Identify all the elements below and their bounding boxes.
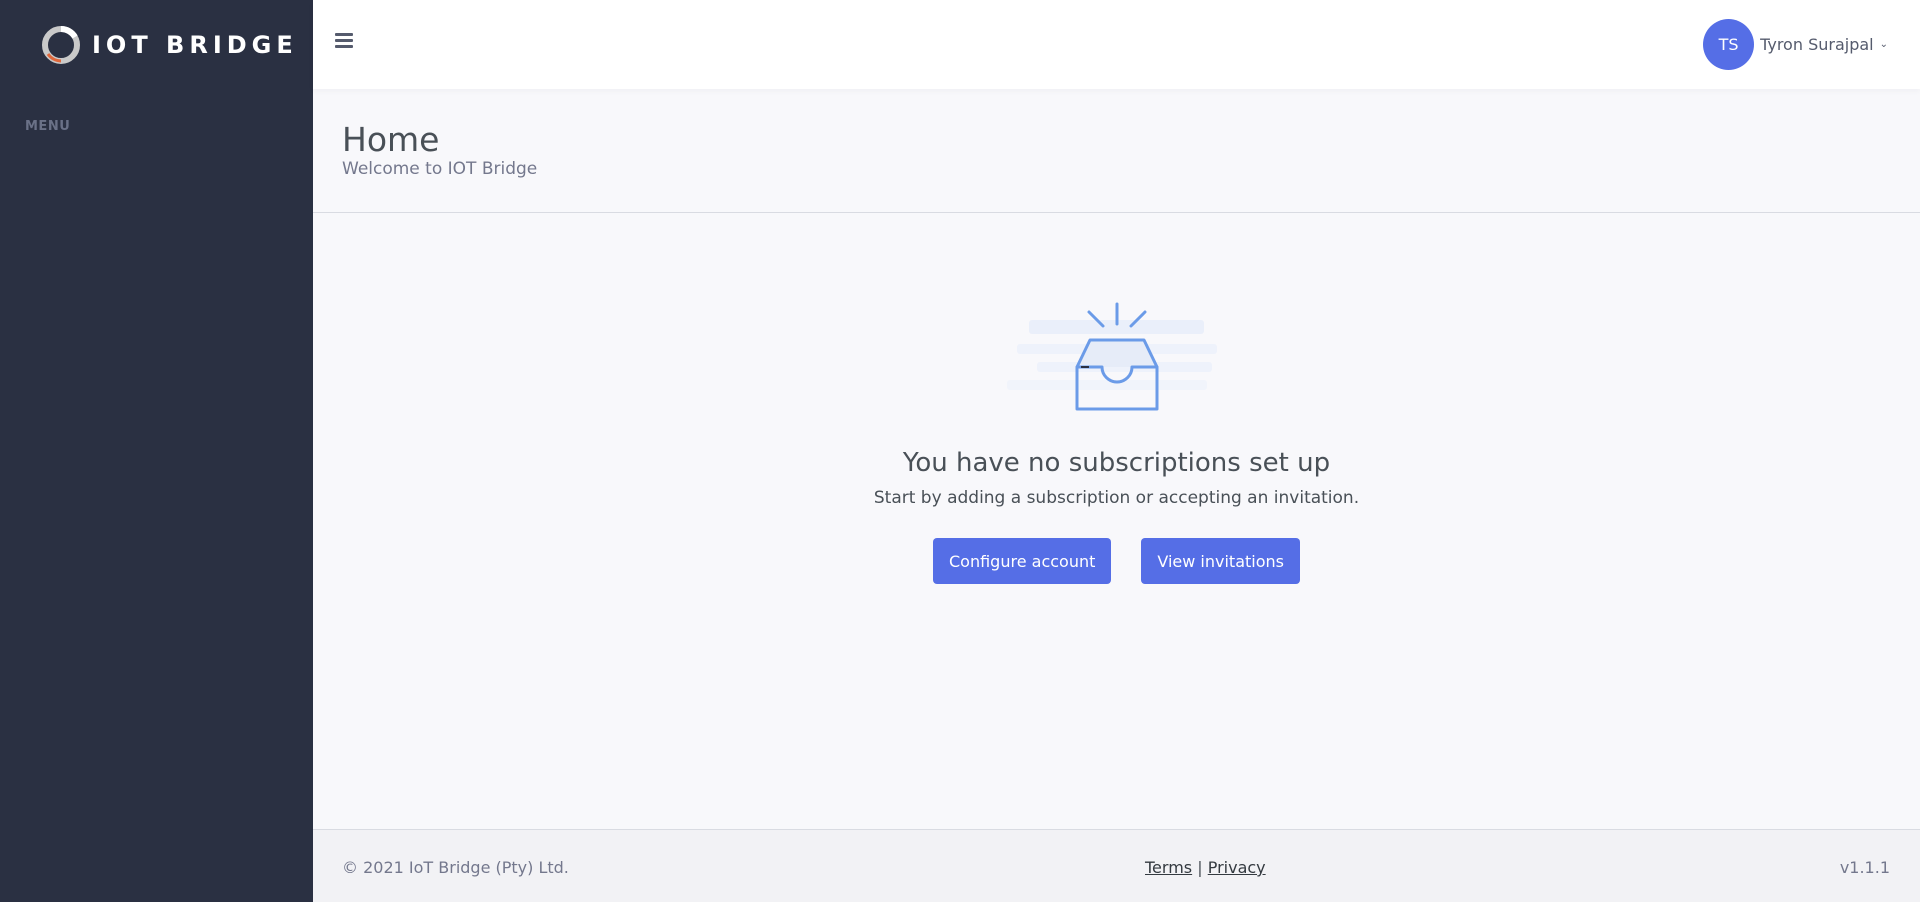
sidebar: IOT BRIDGE MENU: [0, 0, 313, 902]
page-subtitle: Welcome to IOT Bridge: [342, 159, 538, 179]
page-title: Home: [342, 120, 440, 159]
menu-title: MENU: [25, 119, 71, 134]
footer-separator: |: [1197, 858, 1203, 877]
configure-account-button[interactable]: Configure account: [933, 538, 1112, 584]
empty-state-actions: Configure account View invitations: [313, 538, 1920, 584]
footer-links: Terms | Privacy: [1145, 858, 1266, 877]
view-invitations-button[interactable]: View invitations: [1141, 538, 1300, 584]
privacy-link[interactable]: Privacy: [1208, 858, 1266, 877]
chevron-down-icon: ⌄: [1879, 39, 1888, 50]
user-name: Tyron Surajpal: [1760, 35, 1874, 54]
ring-logo-icon: [42, 25, 80, 64]
terms-link[interactable]: Terms: [1145, 858, 1192, 877]
brand-logo-link[interactable]: IOT BRIDGE: [0, 0, 313, 89]
hamburger-menu-icon[interactable]: [335, 30, 359, 54]
empty-state-subtitle: Start by adding a subscription or accept…: [873, 488, 1360, 508]
empty-inbox-icon: [1006, 302, 1217, 411]
avatar: TS: [1703, 19, 1755, 70]
footer: © 2021 IoT Bridge (Pty) Ltd. Terms | Pri…: [313, 829, 1920, 902]
topbar: TS Tyron Surajpal ⌄: [313, 0, 1920, 89]
empty-state: You have no subscriptions set up Start b…: [313, 300, 1920, 584]
version-label: v1.1.1: [1839, 858, 1890, 877]
copyright: © 2021 IoT Bridge (Pty) Ltd.: [342, 858, 569, 877]
user-dropdown[interactable]: TS Tyron Surajpal ⌄: [1703, 19, 1888, 70]
page-header: Home Welcome to IOT Bridge: [313, 89, 1920, 213]
brand-name: IOT BRIDGE: [92, 30, 298, 59]
empty-state-title: You have no subscriptions set up: [902, 448, 1331, 478]
